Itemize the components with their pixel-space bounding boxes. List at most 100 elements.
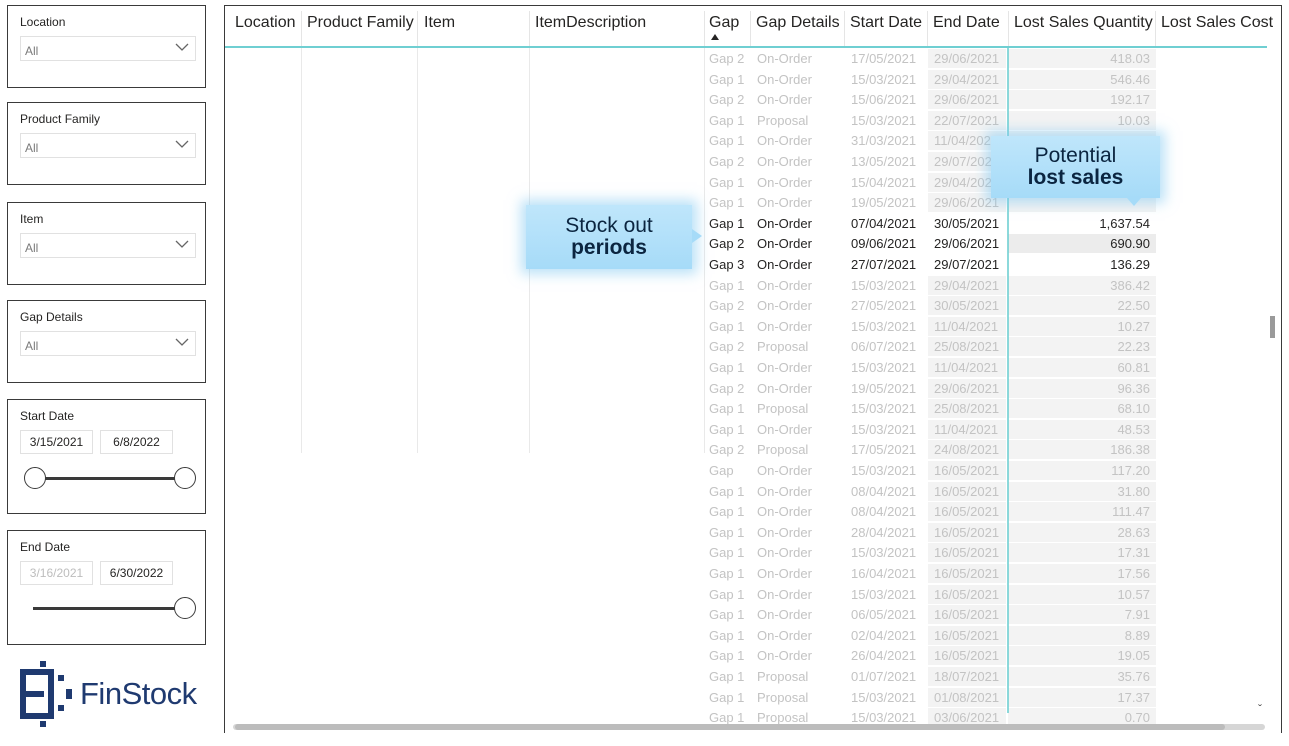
chevron-down-icon (175, 240, 189, 248)
scroll-down-icon[interactable]: ˇ (1258, 702, 1262, 716)
table-row[interactable]: Gap 1 On-Order 15/03/2021 16/05/2021 10.57 (225, 584, 1267, 605)
start-date-from-input[interactable]: 3/15/2021 (20, 430, 93, 454)
vertical-scrollbar-thumb[interactable] (1270, 316, 1275, 338)
end-date-cell: 16/05/2021 (934, 566, 1000, 581)
table-row[interactable]: Gap 1 On-Order 15/03/2021 11/04/2021 10.27 (225, 316, 1267, 337)
lost-sales-quantity-cell: 48.53 (1117, 421, 1150, 437)
gap-cell: Gap 3 (709, 257, 745, 272)
table-row[interactable]: Gap On-Order 15/03/2021 16/05/2021 117.20 (225, 460, 1267, 481)
table-row[interactable]: Gap 1 Proposal 15/03/2021 01/08/2021 17.37 (225, 687, 1267, 708)
table-row[interactable]: Gap 1 On-Order 07/04/2021 30/05/2021 1,637.5… (225, 213, 1267, 234)
table-row[interactable]: Gap 1 On-Order 15/03/2021 11/04/2021 60.81 (225, 357, 1267, 378)
table-row[interactable]: Gap 1 On-Order 15/03/2021 29/04/2021 386.42 (225, 275, 1267, 296)
lost-sales-quantity-cell: 111.47 (1112, 504, 1150, 520)
stock-out-callout: Stock out periods (526, 205, 692, 269)
table-row[interactable]: Gap 2 Proposal 06/07/2021 25/08/2021 22.23 (225, 336, 1267, 357)
end-date-from-input[interactable]: 3/16/2021 (20, 561, 93, 585)
start-date-to-input[interactable]: 6/8/2022 (100, 430, 173, 454)
lost-sales-callout: Potential lost sales (991, 136, 1160, 198)
table-row[interactable]: Gap 1 On-Order 15/03/2021 29/04/2021 546.46 (225, 69, 1267, 90)
start-date-cell: 28/04/2021 (851, 524, 917, 540)
horizontal-scrollbar-thumb[interactable] (235, 724, 1225, 730)
scroll-up-icon[interactable]: ˆ (1257, 18, 1261, 32)
sort-ascending-icon[interactable] (711, 34, 719, 40)
end-date-cell: 01/08/2021 (934, 689, 1000, 705)
table-row[interactable]: Gap 2 On-Order 17/05/2021 29/06/2021 418.03 (225, 48, 1267, 69)
col-header-lost-sales-quantity[interactable]: Lost Sales Quantity (1014, 14, 1153, 32)
slider-handle-end[interactable] (174, 467, 196, 489)
start-date-cell: 07/04/2021 (851, 215, 917, 231)
end-date-cell: 30/05/2021 (934, 298, 1000, 314)
gap-details-cell: Proposal (757, 689, 809, 705)
lost-sales-quantity-cell: 192.17 (1110, 92, 1150, 108)
callout-line2: lost sales (1027, 166, 1124, 189)
col-header-start-date[interactable]: Start Date (850, 14, 922, 32)
lost-sales-quantity-cell: 31.80 (1117, 483, 1150, 499)
table-row[interactable]: Gap 1 On-Order 26/04/2021 16/05/2021 19.05 (225, 645, 1267, 666)
table-row[interactable]: Gap 1 On-Order 28/04/2021 16/05/2021 28.63 (225, 522, 1267, 543)
start-date-cell: 15/06/2021 (851, 92, 917, 108)
gap-details-cell: On-Order (757, 483, 812, 499)
start-date-cell: 08/04/2021 (851, 483, 917, 499)
end-date-cell: 16/05/2021 (934, 627, 1000, 643)
table-row[interactable]: Gap 3 On-Order 27/07/2021 29/07/2021 136.29 (225, 254, 1267, 275)
item-dropdown[interactable]: All (20, 233, 196, 258)
col-header-item[interactable]: Item (424, 14, 455, 32)
start-date-cell: 27/07/2021 (851, 257, 917, 272)
location-dropdown[interactable]: All (20, 36, 196, 61)
gap-cell: Gap 2 (709, 298, 745, 314)
table-row[interactable]: Gap 1 On-Order 08/04/2021 16/05/2021 111.47 (225, 501, 1267, 522)
gap-details-cell: Proposal (757, 710, 809, 726)
callout-line2: periods (571, 236, 647, 259)
end-date-slicer: End Date 3/16/2021 6/30/2022 (7, 530, 206, 645)
table-row[interactable]: Gap 1 On-Order 06/05/2021 16/05/2021 7.91 (225, 604, 1267, 625)
table-row[interactable]: Gap 2 On-Order 09/06/2021 29/06/2021 690.90 (225, 233, 1267, 254)
col-header-gap[interactable]: Gap (709, 14, 739, 32)
dropdown-value: All (25, 44, 39, 58)
table-row[interactable]: Gap 1 On-Order 08/04/2021 16/05/2021 31.80 (225, 481, 1267, 502)
lost-sales-table: Location Product Family Item ItemDescrip… (224, 5, 1282, 733)
end-date-cell: 16/05/2021 (934, 463, 1000, 478)
table-row[interactable]: Gap 1 On-Order 16/04/2021 16/05/2021 17.56 (225, 563, 1267, 584)
slider-handle-end[interactable] (174, 597, 196, 619)
col-header-end-date[interactable]: End Date (933, 14, 1000, 32)
gap-details-cell: On-Order (757, 504, 812, 520)
gap-cell: Gap 1 (709, 586, 745, 602)
finstock-logo-text: FinStock (80, 676, 197, 711)
lost-sales-quantity-cell: 0.70 (1124, 710, 1150, 726)
table-row[interactable]: Gap 2 On-Order 19/05/2021 29/06/2021 96.36 (225, 378, 1267, 399)
gap-details-cell: On-Order (757, 648, 812, 664)
table-row[interactable]: Gap 1 Proposal 01/07/2021 18/07/2021 35.76 (225, 666, 1267, 687)
slider-handle-start[interactable] (24, 467, 46, 489)
table-row[interactable]: Gap 1 Proposal 15/03/2021 22/07/2021 10.03 (225, 110, 1267, 131)
table-row[interactable]: Gap 1 On-Order 15/03/2021 11/04/2021 48.53 (225, 419, 1267, 440)
gap-details-dropdown[interactable]: All (20, 331, 196, 356)
location-slicer: Location All (7, 5, 206, 88)
col-header-item-description[interactable]: ItemDescription (535, 14, 646, 32)
gap-cell: Gap 1 (709, 689, 745, 705)
product-family-dropdown[interactable]: All (20, 133, 196, 158)
table-row[interactable]: Gap 1 Proposal 15/03/2021 25/08/2021 68.10 (225, 398, 1267, 419)
end-date-cell: 16/05/2021 (934, 607, 1000, 623)
table-row[interactable]: Gap 1 On-Order 02/04/2021 16/05/2021 8.89 (225, 625, 1267, 646)
col-header-product-family[interactable]: Product Family (307, 14, 414, 32)
end-date-cell: 16/05/2021 (934, 524, 1000, 540)
start-date-cell: 09/06/2021 (851, 236, 917, 252)
end-date-to-input[interactable]: 6/30/2022 (100, 561, 173, 585)
gap-cell: Gap 1 (709, 112, 745, 128)
table-row[interactable]: Gap 2 On-Order 27/05/2021 30/05/2021 22.50 (225, 295, 1267, 316)
col-header-location[interactable]: Location (235, 14, 296, 32)
start-date-cell: 19/05/2021 (851, 380, 917, 396)
end-date-cell: 16/05/2021 (934, 648, 1000, 664)
table-row[interactable]: Gap 2 On-Order 15/06/2021 29/06/2021 192.17 (225, 89, 1267, 110)
col-header-gap-details[interactable]: Gap Details (756, 14, 840, 32)
table-row[interactable]: Gap 1 On-Order 15/03/2021 16/05/2021 17.31 (225, 542, 1267, 563)
horizontal-scrollbar[interactable] (233, 724, 1265, 730)
header-separator (844, 11, 845, 46)
table-row[interactable]: Gap 2 Proposal 17/05/2021 24/08/2021 186.38 (225, 439, 1267, 460)
gap-cell: Gap 2 (709, 442, 745, 458)
start-date-cell: 31/03/2021 (851, 133, 917, 149)
lost-sales-quantity-cell: 386.42 (1110, 277, 1150, 293)
lost-sales-quantity-cell: 418.03 (1110, 51, 1150, 66)
end-date-cell: 30/05/2021 (934, 215, 1000, 231)
